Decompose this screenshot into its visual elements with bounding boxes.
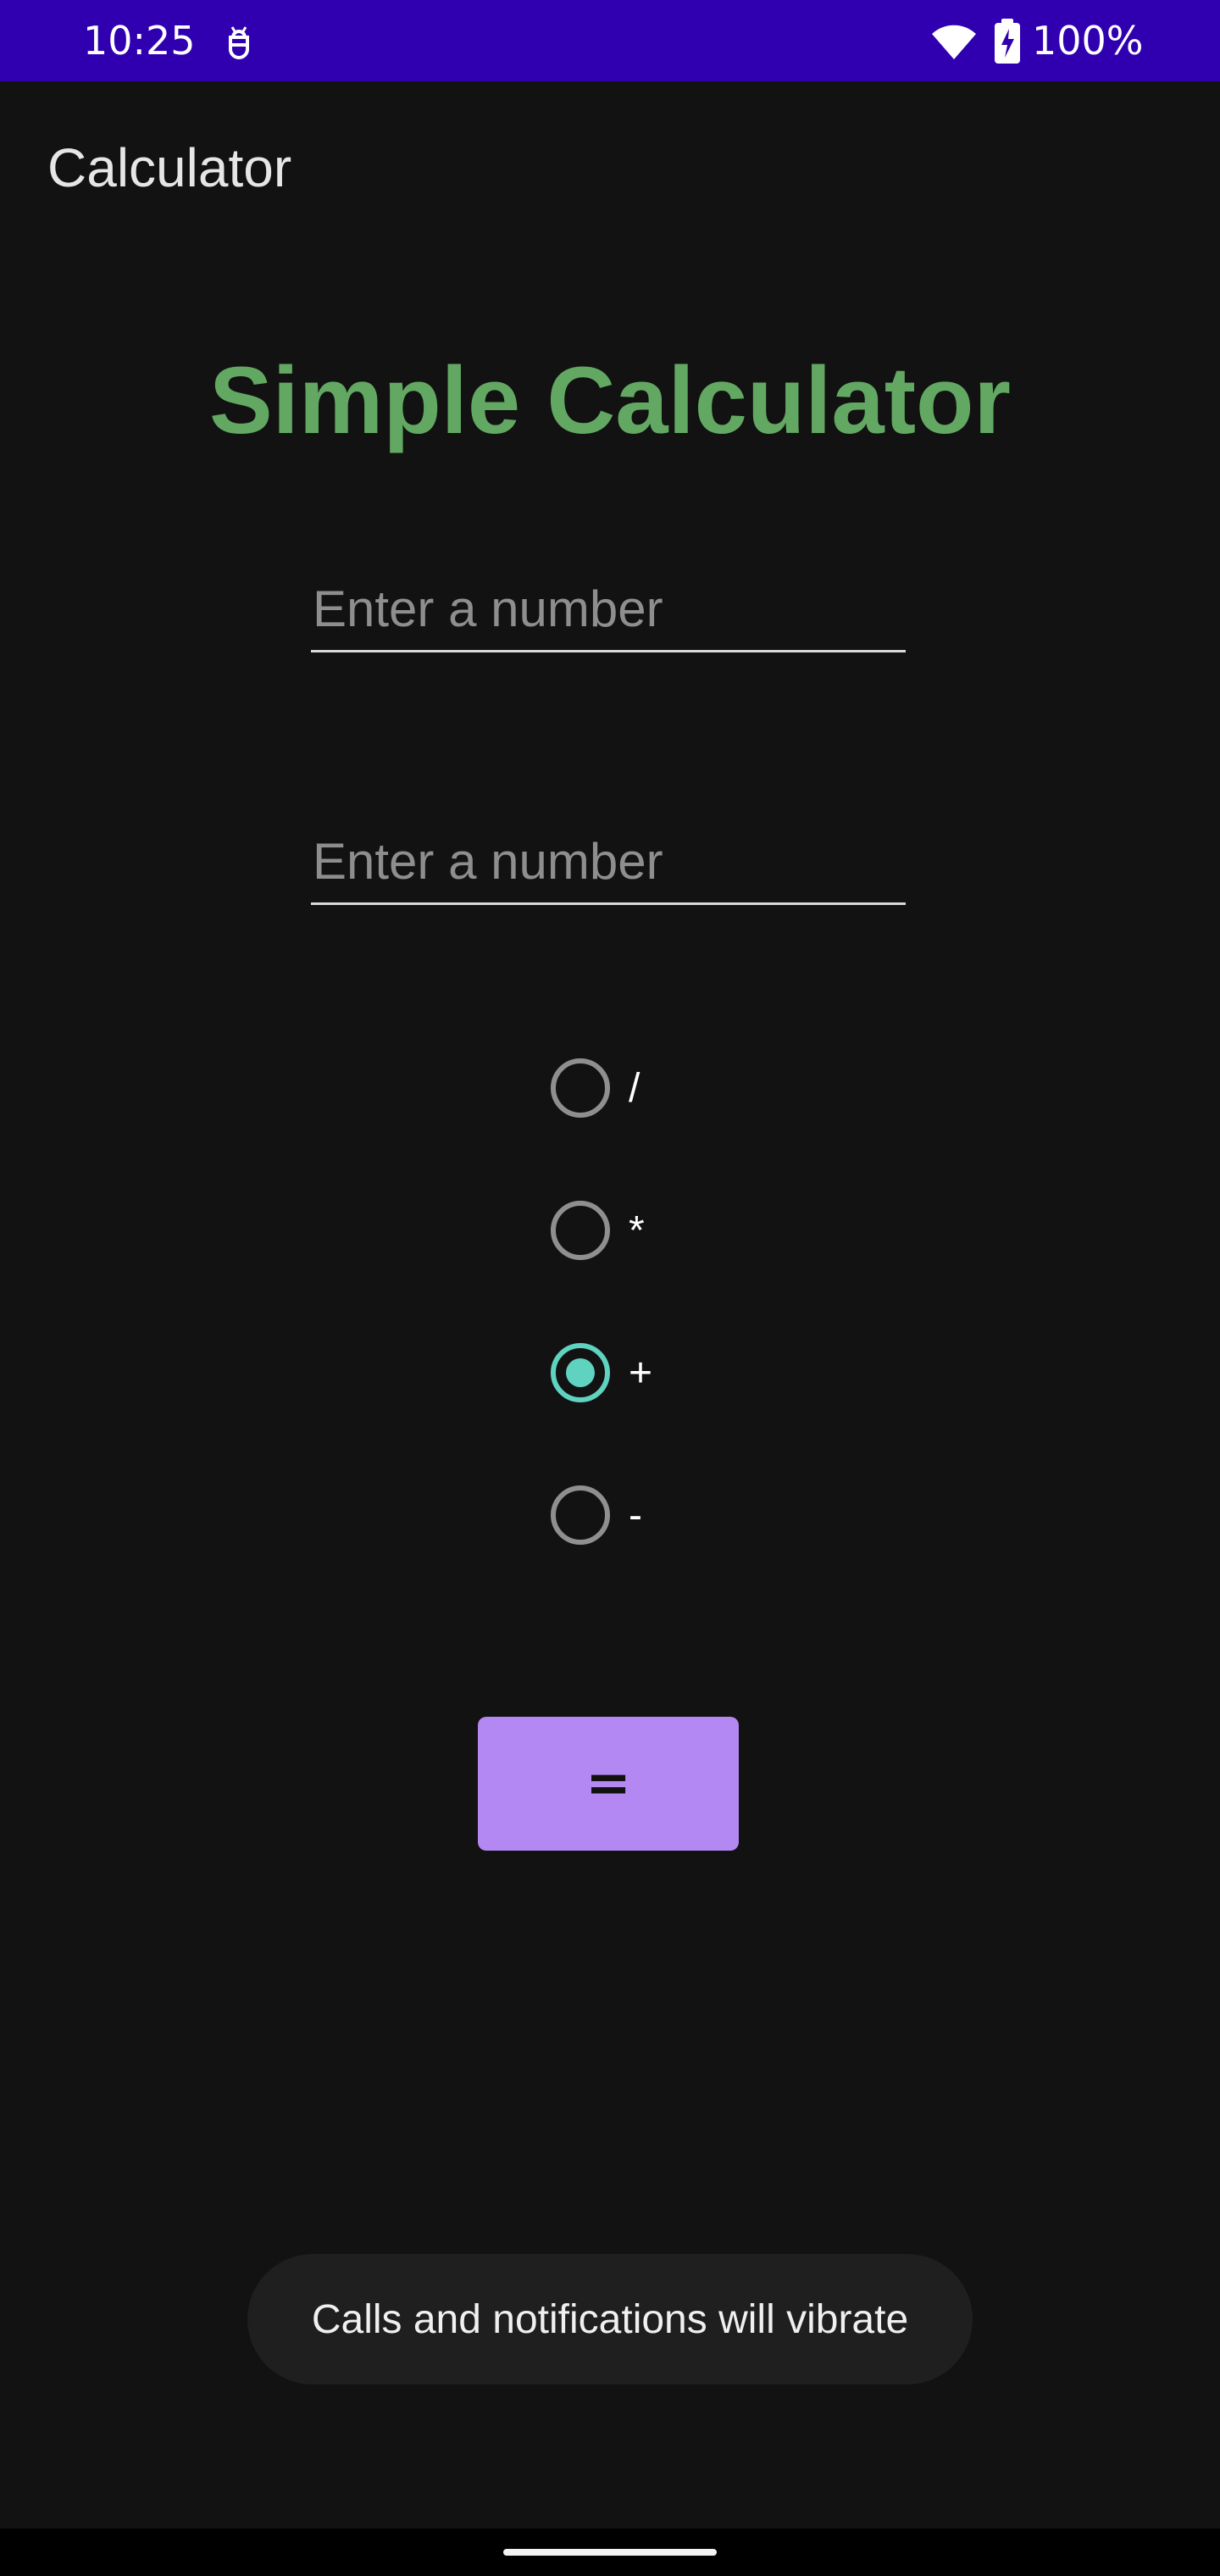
- app-title: Calculator: [47, 137, 292, 198]
- radio-selected-dot: [566, 1358, 595, 1387]
- navigation-bar: [0, 2529, 1220, 2576]
- debug-icon: [229, 26, 249, 59]
- operator-option-subtract[interactable]: -: [551, 1473, 720, 1557]
- toast-notification: Calls and notifications will vibrate: [247, 2254, 973, 2384]
- operator-option-divide[interactable]: /: [551, 1046, 720, 1130]
- radio-button-divide[interactable]: [551, 1058, 610, 1118]
- operator-label-subtract: -: [629, 1492, 642, 1538]
- operator-label-divide: /: [629, 1065, 640, 1111]
- operator-option-add[interactable]: +: [551, 1330, 720, 1415]
- first-number-input[interactable]: [311, 576, 906, 652]
- second-number-input[interactable]: [311, 829, 906, 905]
- operator-option-multiply[interactable]: *: [551, 1188, 720, 1273]
- operator-label-add: +: [629, 1350, 653, 1396]
- status-bar: 10:25 100%: [0, 0, 1220, 81]
- battery-charging-icon: [995, 19, 1020, 64]
- status-time: 10:25: [83, 18, 196, 64]
- wifi-icon: [932, 25, 976, 59]
- operator-label-multiply: *: [629, 1208, 645, 1253]
- first-number-field[interactable]: [311, 576, 906, 652]
- equals-button[interactable]: =: [478, 1717, 739, 1851]
- calculator-screen: 10:25 100% Calculator Simple Calculator: [0, 0, 1220, 2576]
- second-number-field[interactable]: [311, 829, 906, 905]
- page-heading: Simple Calculator: [208, 347, 1012, 453]
- home-gesture-handle[interactable]: [503, 2549, 717, 2556]
- radio-button-add[interactable]: [551, 1343, 610, 1402]
- toast-message: Calls and notifications will vibrate: [311, 2296, 909, 2342]
- radio-button-subtract[interactable]: [551, 1485, 610, 1545]
- battery-percentage: 100%: [1032, 18, 1144, 64]
- radio-button-multiply[interactable]: [551, 1201, 610, 1260]
